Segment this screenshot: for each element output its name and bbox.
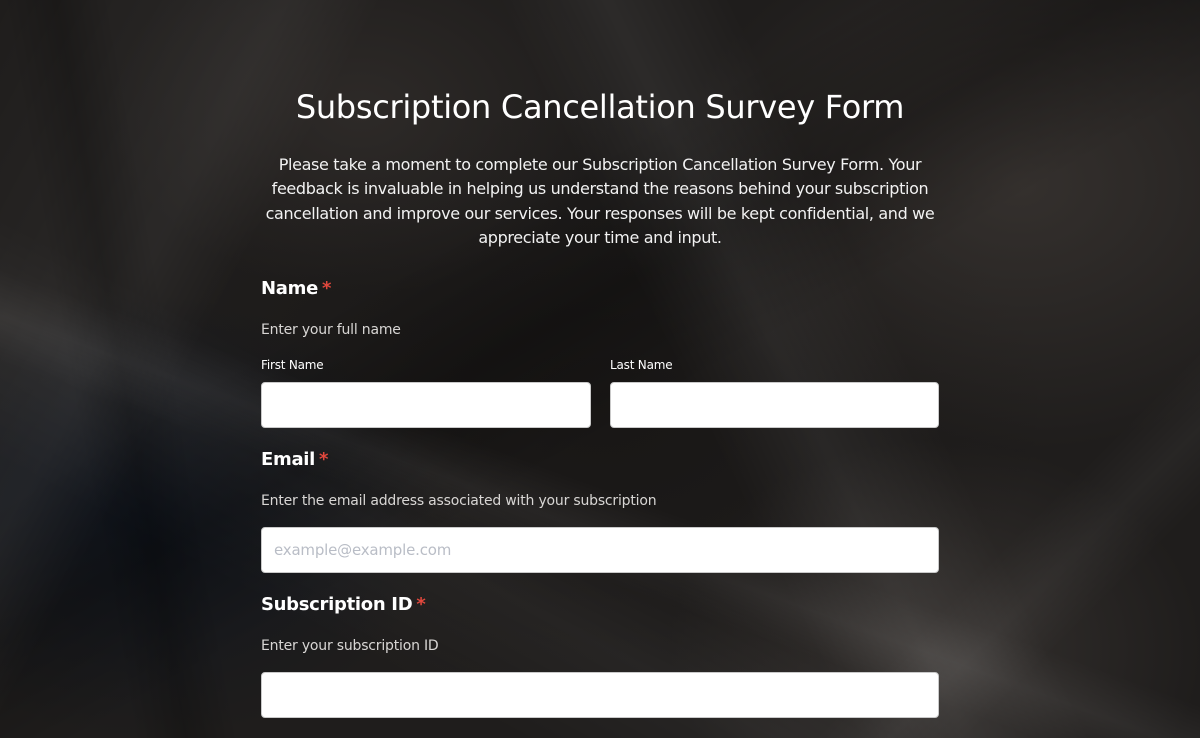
- subscription-id-label-text: Subscription ID: [261, 594, 413, 615]
- email-input[interactable]: [261, 527, 939, 573]
- last-name-input[interactable]: [610, 382, 939, 428]
- subscription-id-label: Subscription ID *: [261, 593, 426, 617]
- email-help-text: Enter the email address associated with …: [261, 493, 657, 509]
- last-name-label: Last Name: [610, 358, 673, 372]
- email-required-marker: *: [319, 449, 329, 470]
- form-title: Subscription Cancellation Survey Form: [295, 88, 905, 126]
- name-required-marker: *: [321, 278, 332, 299]
- email-label-text: Email: [261, 449, 316, 470]
- first-name-label: First Name: [261, 358, 324, 372]
- subscription-id-help-text: Enter your subscription ID: [261, 638, 439, 654]
- subscription-id-input[interactable]: [261, 672, 939, 718]
- name-help-text: Enter your full name: [261, 322, 401, 338]
- form-description: Please take a moment to complete our Sub…: [265, 155, 935, 247]
- subscription-id-required-marker: *: [416, 594, 426, 615]
- name-label-text: Name: [261, 278, 318, 299]
- first-name-input[interactable]: [261, 382, 591, 428]
- email-label: Email *: [261, 448, 328, 472]
- name-label: Name *: [261, 277, 331, 301]
